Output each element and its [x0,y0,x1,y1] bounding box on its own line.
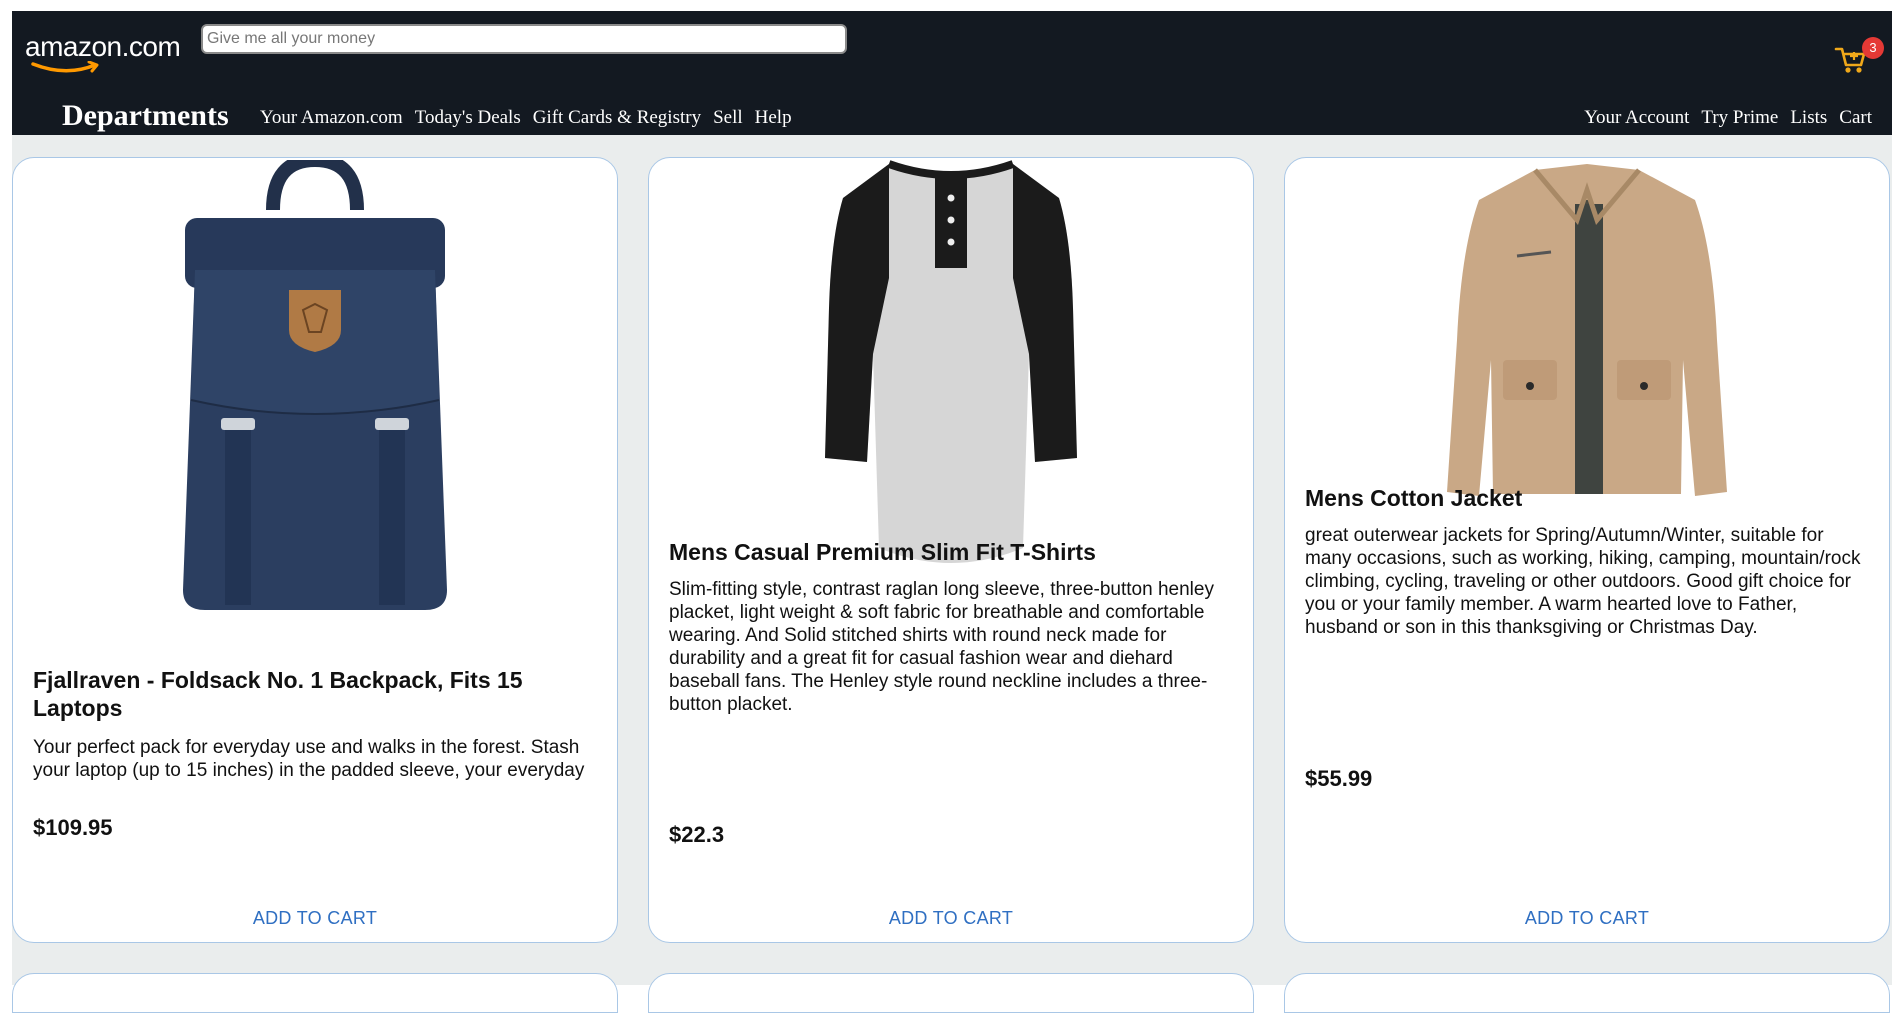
main-nav: Departments Your Amazon.com Today's Deal… [12,99,1892,135]
product-card-next-row [12,973,618,1013]
product-card: Mens Cotton Jacket great outerwear jacke… [1284,157,1890,943]
search-input[interactable] [203,26,845,52]
nav-todays-deals[interactable]: Today's Deals [415,107,521,129]
product-card-next-row [648,973,1254,1013]
nav-right-links: Your Account Try Prime Lists Cart [1584,107,1872,129]
amazon-logo[interactable]: amazon.com [25,21,195,81]
header-cart[interactable]: 3 [1832,29,1884,77]
product-price: $109.95 [33,815,113,840]
product-grid: Fjallraven - Foldsack No. 1 Backpack, Fi… [12,135,1892,1013]
product-title[interactable]: Mens Cotton Jacket [1305,484,1865,512]
jacket-icon [1447,164,1727,496]
add-to-cart-button[interactable]: ADD TO CART [649,907,1253,930]
tshirt-icon [825,160,1077,563]
add-to-cart-button[interactable]: ADD TO CART [13,907,617,930]
top-header: amazon.com 3 Departments Your Amazon.com… [12,11,1892,135]
search-box[interactable] [201,24,847,54]
nav-your-account[interactable]: Your Account [1584,107,1689,129]
nav-help[interactable]: Help [755,107,792,129]
product-card: Mens Casual Premium Slim Fit T-Shirts Sl… [648,157,1254,943]
product-description: great outerwear jackets for Spring/Autum… [1305,525,1861,638]
departments-menu[interactable]: Departments [62,99,229,133]
product-card-next-row [1284,973,1890,1013]
backpack-icon [183,160,447,610]
product-title[interactable]: Fjallraven - Foldsack No. 1 Backpack, Fi… [33,666,593,722]
product-title[interactable]: Mens Casual Premium Slim Fit T-Shirts [669,538,1229,566]
product-description: Slim-fitting style, contrast raglan long… [669,579,1214,715]
product-description: Your perfect pack for everyday use and w… [33,737,585,781]
smile-arrow-icon [31,61,99,73]
nav-your-amazon[interactable]: Your Amazon.com [260,107,403,129]
nav-lists[interactable]: Lists [1790,107,1827,129]
nav-try-prime[interactable]: Try Prime [1701,107,1778,129]
logo-text: amazon.com [25,31,181,62]
product-price: $55.99 [1305,766,1373,791]
product-price: $22.3 [669,822,725,847]
cart-count-badge: 3 [1862,37,1884,59]
add-to-cart-button[interactable]: ADD TO CART [1285,907,1889,930]
nav-gift-cards[interactable]: Gift Cards & Registry [533,107,701,129]
nav-left-links: Your Amazon.com Today's Deals Gift Cards… [260,107,792,129]
nav-cart[interactable]: Cart [1839,107,1872,129]
product-card: Fjallraven - Foldsack No. 1 Backpack, Fi… [12,157,618,943]
nav-sell[interactable]: Sell [713,107,743,129]
